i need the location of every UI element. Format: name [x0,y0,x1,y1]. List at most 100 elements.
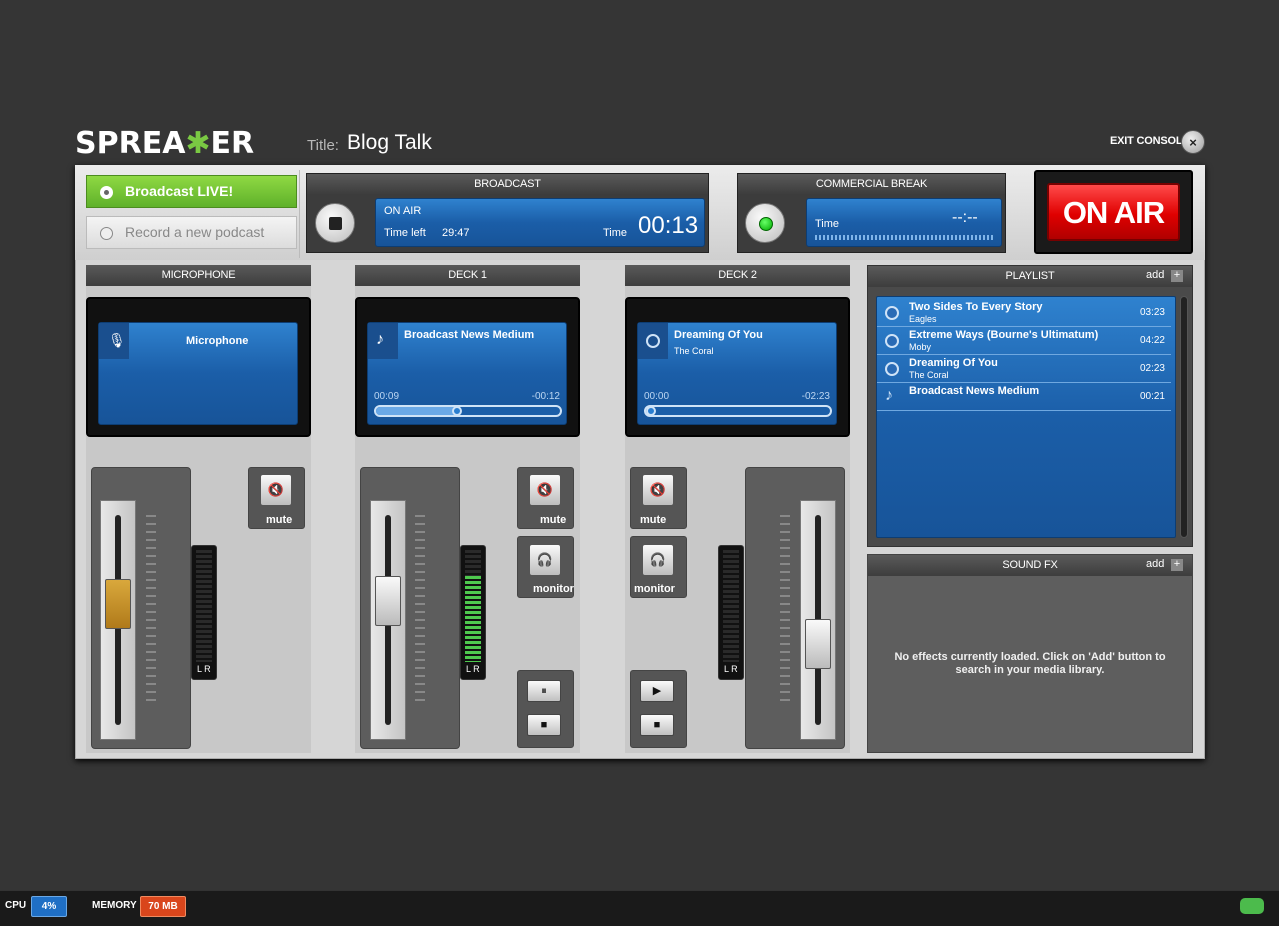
cpu-badge: 4% [31,896,67,917]
pause-icon: ⏸ [541,685,547,697]
deck1-elapsed: 00:09 [374,391,400,402]
time-left-value: 29:47 [442,227,470,239]
deck2-stop-button[interactable]: ■ [640,714,674,736]
meter-channels: L R [724,664,738,674]
deck2-artist: The Coral [674,346,714,356]
microphone-title: MICROPHONE [86,265,311,286]
deck1-seek-thumb[interactable] [451,406,462,416]
playlist-add-link[interactable]: add [1146,269,1164,281]
list-item[interactable]: Two Sides To Every Story Eagles 03:23 [877,299,1171,327]
list-item[interactable]: Dreaming Of You The Coral 02:23 [877,355,1171,383]
deck2-level-meter: L R [718,545,744,680]
deck2-fader-knob[interactable] [805,619,831,669]
deck1-stop-button[interactable]: ■ [527,714,561,736]
broadcast-timer: 00:13 [638,212,699,239]
soundfx-title: SOUND FX [868,555,1192,576]
item-title: Two Sides To Every Story [909,301,1043,313]
item-artist: The Coral [909,370,949,380]
deck2-track: Dreaming Of You [674,329,763,341]
deck1-level-meter: L R [460,545,486,680]
meter-leds-off [465,550,481,576]
playlist-title: PLAYLIST [868,266,1192,287]
deck1-fader-knob[interactable] [375,575,401,626]
commercial-display: Time --:-- [806,198,1002,247]
deck1-remaining: -00:12 [531,391,560,402]
deck1-mute-button[interactable]: 🔇 [529,474,561,506]
time-left-label: Time left [384,227,426,239]
headphones-icon: 🎧 [536,552,554,567]
cpu-label: CPU [5,900,27,911]
deck1-pause-button[interactable]: ⏸ [527,680,561,702]
microphone-display: 🎙 Microphone [98,322,298,425]
item-title: Dreaming Of You [909,357,998,369]
deck1-title: DECK 1 [355,265,580,286]
broadcast-stop-button[interactable] [315,203,355,243]
microphone-name: Microphone [186,335,249,347]
music-note-icon: ♪ [376,331,384,348]
time-label: Time [603,227,628,239]
playlist-scrollbar[interactable] [1180,296,1188,538]
headphones-icon: 🎧 [649,552,667,567]
episode-title[interactable]: Blog Talk [347,131,432,155]
list-item[interactable]: Extreme Ways (Bourne's Ultimatum) Moby 04:… [877,327,1171,355]
list-item[interactable]: ♪ Broadcast News Medium 00:21 [877,383,1171,411]
commercial-progress [815,235,995,240]
commercial-time-label: Time [815,218,840,230]
stop-icon: ■ [540,719,548,731]
meter-leds [196,550,212,662]
deck2-monitor-label: monitor [634,583,675,595]
logo-microphone-mark: ✱ [185,126,211,161]
divider [299,170,300,258]
status-bar [0,890,1279,926]
title-label: Title: [307,137,339,154]
deck2-title: DECK 2 [625,265,850,286]
plus-icon[interactable]: + [1171,270,1183,282]
deck2-progress-bar[interactable] [644,405,832,417]
deck2-seek-thumb[interactable] [646,406,656,416]
deck1-progress-bar[interactable] [374,405,562,417]
broadcast-display: ON AIR Time left 29:47 Time 00:13 [375,198,705,247]
chat-bubble-icon[interactable] [1240,898,1264,914]
deck1-monitor-button[interactable]: 🎧 [529,544,561,576]
broadcast-status: ON AIR [384,205,422,217]
item-artist: Eagles [909,314,937,324]
deck2-mute-button[interactable]: 🔇 [642,474,674,506]
deck1-monitor-label: monitor [533,583,574,595]
item-duration: 02:23 [1139,363,1165,374]
radio-selected-icon [100,186,113,199]
stop-icon: ■ [653,719,661,731]
plus-icon[interactable]: + [1171,559,1183,571]
onair-button[interactable]: ON AIR [1047,183,1180,241]
fader-scale [415,515,425,705]
microphone-level-meter: L R [191,545,217,680]
commercial-title: COMMERCIAL BREAK [738,174,1005,194]
commercial-start-button[interactable] [745,203,785,243]
memory-label: MEMORY [92,900,137,911]
exit-console-link[interactable]: EXIT CONSOLE [1110,135,1190,147]
deck2-monitor-button[interactable]: 🎧 [642,544,674,576]
memory-badge: 70 MB [140,896,186,917]
microphone-fader-knob[interactable] [105,579,131,629]
meter-leds [723,550,739,662]
broadcast-live-label: Broadcast LIVE! [125,183,234,199]
deck1-progress-fill [376,407,458,415]
disc-icon [885,362,899,376]
broadcast-live-option[interactable]: Broadcast LIVE! [86,175,297,208]
record-podcast-option[interactable]: Record a new podcast [86,216,297,249]
logo-text-start: SPREA [75,126,186,161]
item-artist: Moby [909,342,932,352]
deck2-play-button[interactable]: ▶ [640,680,674,702]
music-note-icon: ♪ [885,387,893,404]
logo-text-end: ER [210,126,255,161]
microphone-mute-label: mute [266,514,293,526]
deck2-display: Dreaming Of You The Coral 00:00 -02:23 [637,322,837,425]
item-duration: 00:21 [1139,391,1165,402]
item-duration: 04:22 [1139,335,1165,346]
disc-icon [885,334,899,348]
fader-scale [780,515,790,705]
microphone-mute-button[interactable]: 🔇 [260,474,292,506]
close-icon[interactable]: × [1181,130,1205,154]
soundfx-add-link[interactable]: add [1146,558,1164,570]
stop-icon [329,217,342,230]
disc-icon [885,306,899,320]
